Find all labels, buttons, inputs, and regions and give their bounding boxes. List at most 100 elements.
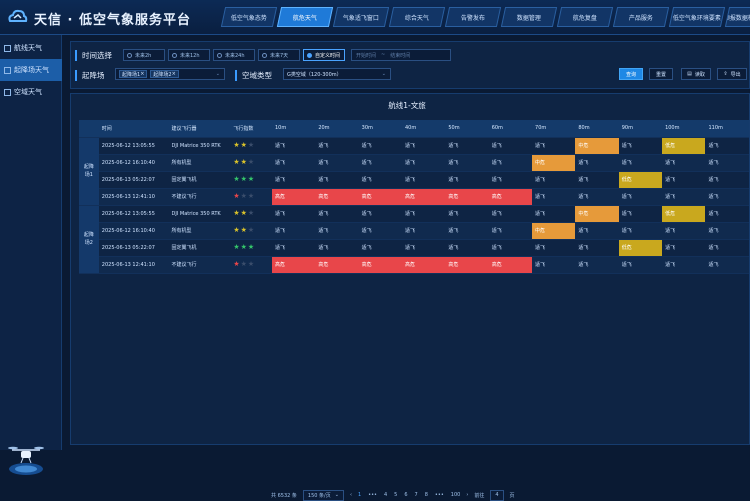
level-value: 适飞 [274,160,285,166]
close-icon[interactable]: × [172,71,176,77]
sidebar-item-1[interactable]: 航线天气 [0,37,62,59]
time-option-3[interactable]: 未来24h [213,49,255,61]
field-tag[interactable]: 起降场2 × [150,70,179,78]
table-row: 起降场2 2025-06-12 13:05:55 DJI Matrice 350 R… [79,205,749,274]
level-cell: 适飞 [315,239,359,257]
level-value: 适飞 [361,160,372,166]
level-value: 适飞 [361,245,372,251]
star-icon: ★ [247,192,255,200]
level-cell: 适飞 [575,171,619,189]
star-icon: ★ [247,141,255,149]
date-range-picker[interactable]: 开始时间 ~ 结束时间 [351,49,451,61]
prev-page-button[interactable]: ‹ [350,492,352,498]
star-rating: ★ ★ ★ [233,261,254,268]
read-button[interactable]: ▤ 读取 [681,68,711,80]
level-value: 高危 [315,188,359,204]
time-option-label: 未来24h [225,52,245,59]
goto-page-input[interactable]: 4 [490,489,504,501]
level-value: 适飞 [665,160,676,166]
airspace-select[interactable]: G类空域（120-300m） ⌄ [283,68,391,80]
nav-tab-8[interactable]: 产品服务 [612,7,670,27]
level-cell: 适飞 [488,239,533,257]
level-value: 适飞 [405,143,416,149]
level-cell: 高危 [445,188,489,206]
level-value: 适飞 [274,228,285,234]
page-number[interactable]: 1 [358,492,361,498]
nav-tab-5[interactable]: 告警发布 [444,7,502,27]
column-header: 建议飞行器 [168,120,231,138]
page-number[interactable]: 4 [384,492,387,498]
sidebar-item-label: 航线天气 [14,44,42,52]
time-option-label: 未来12h [180,52,200,59]
start-time-input[interactable]: 开始时间 [356,52,376,59]
level-cell: 适飞 [445,205,489,223]
level-value: 适飞 [361,177,372,183]
level-cell: 适飞 [532,188,576,206]
level-cell: 低危 [662,205,706,223]
level-value: 适飞 [274,177,285,183]
page-size-select[interactable]: 150 条/页 ⌄ [302,489,344,501]
nav-tab-7[interactable]: 航危复盘 [556,7,614,27]
level-value: 中危 [532,154,576,170]
level-value: 适飞 [361,228,372,234]
nav-tab-2[interactable]: 航危天气 [276,7,334,27]
page-number[interactable]: 5 [394,492,397,498]
level-value: 适飞 [665,177,676,183]
level-value: 适飞 [665,245,676,251]
level-cell: 适飞 [402,205,446,223]
nav-tab-1[interactable]: 低空气象态势 [220,7,278,27]
drone-icon [8,446,44,475]
level-cell: 适飞 [662,188,706,206]
level-value: 适飞 [708,194,719,200]
page-number[interactable]: 100 [451,492,461,498]
nav-tab-6[interactable]: 数据管理 [500,7,558,27]
flight-index-cell: ★ ★ ★ [230,205,272,223]
level-value: 适飞 [708,228,719,234]
level-cell: 适飞 [358,154,402,172]
time-option-2[interactable]: 未来12h [168,49,210,61]
field-tag[interactable]: 起降场1 × [119,70,148,78]
star-icon: ★ [240,209,247,217]
page-number[interactable]: 6 [404,492,407,498]
nav-tab-10[interactable]: 预报数据检验 [724,7,750,27]
weather-table: 时间 建议飞行器 飞行指数 10m 20m 30m 40m 50m 60m 70m 80m 90m 10… [79,120,749,274]
nav-tab-label: 综合天气 [404,14,429,22]
group-cell: 起降场2 [79,205,99,274]
nav-tab-4[interactable]: 综合天气 [388,7,446,27]
level-value: 适飞 [535,211,546,217]
time-option-5[interactable]: 自定义时间 [303,49,345,61]
nav-tab-9[interactable]: 低空气象环境要素 [668,7,726,27]
close-icon[interactable]: × [140,71,144,77]
sidebar-item-3[interactable]: 空域天气 [0,81,62,103]
query-button[interactable]: 查询 [619,68,643,80]
level-cell: 适飞 [618,256,663,274]
level-value: 适飞 [448,228,459,234]
level-cell: 高危 [488,188,533,206]
level-cell: 适飞 [402,239,446,257]
reset-button[interactable]: 重置 [649,68,673,80]
star-icon: ★ [240,226,247,234]
page-number[interactable]: ••• [435,492,444,498]
column-header: 70m [532,120,576,138]
level-cell: 高危 [445,256,489,274]
level-value: 适飞 [621,228,632,234]
time-cell: 2025-06-12 13:05:55 [98,137,169,155]
page-number[interactable]: 8 [425,492,428,498]
level-cell: 适飞 [532,205,576,223]
time-option-1[interactable]: 未来2h [123,49,165,61]
table-row: 2025-06-13 05:22:07 固定翼飞机 ★ ★ ★ 适飞 适飞 适飞 适飞 适飞 适飞适… [79,239,749,257]
nav-tab-3[interactable]: 气象适飞窗口 [332,7,390,27]
time-option-4[interactable]: 未来7天 [258,49,300,61]
table-row: 2025-06-13 05:22:07 固定翼飞机 ★ ★ ★ 适飞 适飞 适飞 适飞 适飞 适飞适… [79,171,749,189]
next-page-button[interactable]: › [466,492,468,498]
end-time-input[interactable]: 结束时间 [390,52,410,59]
star-icon: ★ [240,175,247,183]
pagination: 共 6532 条 150 条/页 ⌄ ‹ 1 ••• 4 5 6 7 8 ••• 100 › 前往… [271,489,515,501]
page-number[interactable]: ••• [368,492,377,498]
field-select[interactable]: 起降场1 × 起降场2 × ⌄ [115,68,225,80]
level-value: 适飞 [708,245,719,251]
page-number[interactable]: 7 [415,492,418,498]
sidebar-item-2[interactable]: 起降场天气 [0,59,62,81]
export-button[interactable]: ⇪ 导出 [717,68,747,80]
level-cell: 适飞 [705,171,749,189]
